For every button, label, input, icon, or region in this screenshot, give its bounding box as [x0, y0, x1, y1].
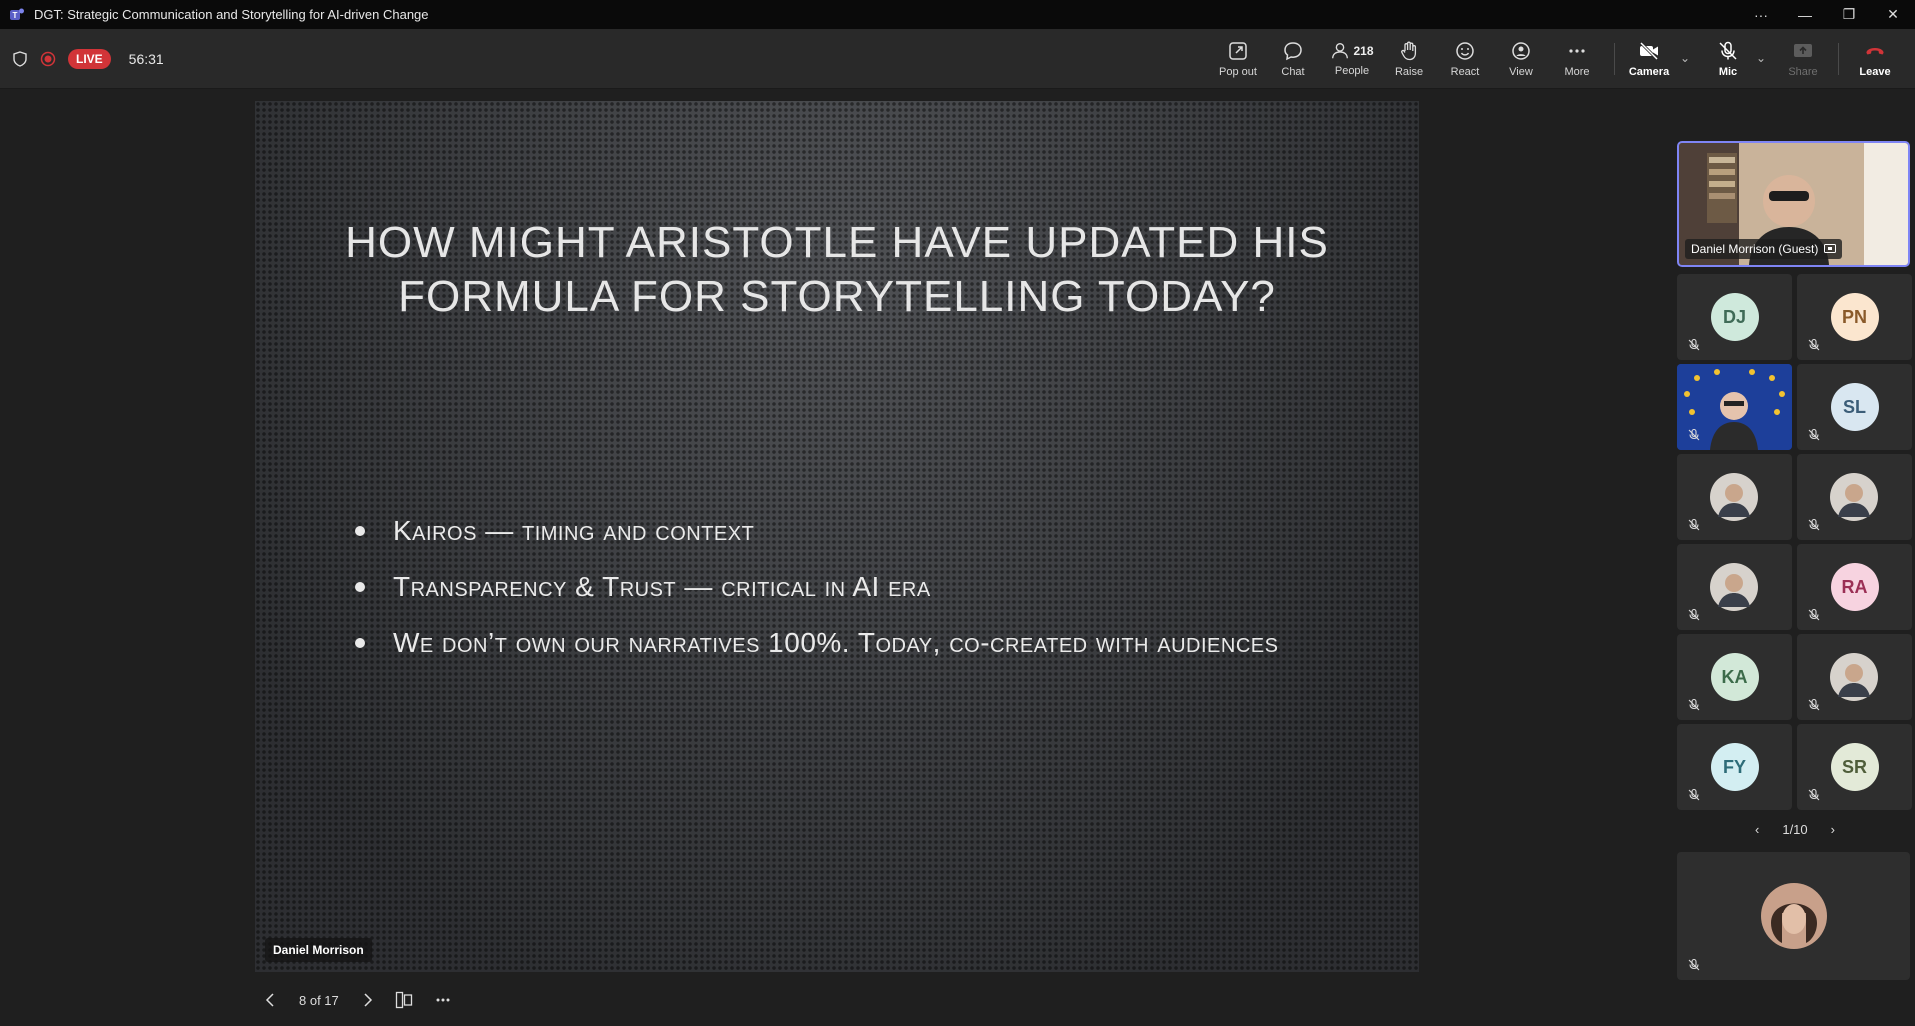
- mic-off-icon: [1688, 608, 1700, 621]
- react-button[interactable]: React: [1450, 29, 1480, 89]
- presentation-slide: HOW MIGHT ARISTOTLE HAVE UPDATED HIS FOR…: [255, 101, 1419, 972]
- mic-off-icon: [1808, 698, 1820, 711]
- slide-bullet: Kairos — timing and context: [355, 511, 1315, 551]
- previous-slide-icon[interactable]: [265, 993, 277, 1007]
- recording-icon: [40, 51, 56, 67]
- participant-initials-avatar: PN: [1830, 293, 1879, 341]
- participant-tile[interactable]: [1677, 364, 1792, 450]
- participant-tile[interactable]: SL: [1797, 364, 1912, 450]
- participant-photo-avatar: [1710, 473, 1758, 521]
- slide-title: HOW MIGHT ARISTOTLE HAVE UPDATED HIS FOR…: [345, 218, 1329, 321]
- svg-text:T: T: [13, 11, 18, 20]
- mic-options-chevron-icon[interactable]: ⌄: [1756, 51, 1766, 65]
- slide-bullet: We don’t own our narratives 100%. Today,…: [355, 623, 1315, 663]
- participant-tile[interactable]: KA: [1677, 634, 1792, 720]
- participant-tile[interactable]: [1677, 454, 1792, 540]
- slide-counter: 8 of 17: [299, 992, 339, 1008]
- people-count: 218: [1353, 44, 1374, 58]
- presenter-name-tag: Daniel Morrison: [265, 938, 372, 962]
- slide-navigation: 8 of 17: [265, 980, 451, 1020]
- title-bar: T DGT: Strategic Communication and Story…: [0, 0, 1915, 29]
- mic-off-icon: [1688, 958, 1700, 971]
- hand-icon: [1401, 41, 1417, 61]
- participant-tile[interactable]: FY: [1677, 724, 1792, 810]
- pop-out-button[interactable]: Pop out: [1218, 29, 1258, 89]
- window-title: DGT: Strategic Communication and Storyte…: [34, 7, 429, 22]
- featured-participant-video[interactable]: Daniel Morrison (Guest): [1677, 141, 1910, 267]
- people-icon: [1332, 43, 1349, 59]
- hang-up-icon: [1866, 48, 1884, 55]
- mic-off-icon: [1719, 41, 1737, 60]
- next-slide-icon[interactable]: [361, 993, 373, 1007]
- chat-button[interactable]: Chat: [1278, 29, 1308, 89]
- mic-button[interactable]: Mic: [1713, 29, 1743, 89]
- self-video-tile[interactable]: [1677, 852, 1910, 980]
- camera-button[interactable]: Camera: [1629, 29, 1669, 89]
- screen-share-indicator-icon: [1824, 244, 1837, 253]
- participant-tile[interactable]: [1797, 454, 1912, 540]
- more-button[interactable]: More: [1562, 29, 1592, 89]
- more-icon: [1569, 49, 1585, 53]
- mic-off-icon: [1808, 338, 1820, 351]
- participant-photo-avatar: [1830, 653, 1878, 701]
- participant-tile[interactable]: [1677, 544, 1792, 630]
- next-page-icon[interactable]: ›: [1831, 822, 1835, 837]
- more-options-icon[interactable]: ···: [1739, 0, 1783, 29]
- mic-off-icon: [1808, 518, 1820, 531]
- pop-out-icon: [1229, 42, 1247, 60]
- participant-initials-avatar: SL: [1830, 383, 1879, 431]
- mic-off-icon: [1688, 428, 1700, 441]
- participant-name-tag: Daniel Morrison (Guest): [1685, 239, 1843, 259]
- participant-initials-avatar: KA: [1710, 653, 1759, 701]
- live-badge: LIVE: [68, 49, 111, 69]
- chat-icon: [1284, 42, 1302, 61]
- toolbar-divider: [1838, 43, 1839, 75]
- self-avatar: [1761, 883, 1827, 949]
- mic-off-icon: [1808, 608, 1820, 621]
- slide-sorter-icon[interactable]: [395, 991, 413, 1009]
- view-button[interactable]: View: [1506, 29, 1536, 89]
- camera-options-chevron-icon[interactable]: ⌄: [1680, 51, 1690, 65]
- participant-initials-avatar: DJ: [1710, 293, 1759, 341]
- meeting-timer: 56:31: [128, 51, 164, 67]
- mic-off-icon: [1808, 788, 1820, 801]
- leave-button[interactable]: Leave: [1859, 29, 1891, 89]
- restore-icon[interactable]: ❐: [1827, 0, 1871, 29]
- teams-logo-icon: T: [10, 8, 24, 20]
- camera-off-icon: [1639, 41, 1659, 61]
- participant-initials-avatar: SR: [1830, 743, 1879, 791]
- participant-photo-avatar: [1830, 473, 1878, 521]
- participant-tile[interactable]: SR: [1797, 724, 1912, 810]
- view-icon: [1512, 42, 1530, 60]
- slide-bullet: Transparency & Trust — critical in AI er…: [355, 567, 1315, 607]
- participant-tile[interactable]: PN: [1797, 274, 1912, 360]
- previous-page-icon[interactable]: ‹: [1755, 822, 1759, 837]
- people-button[interactable]: 218 People: [1330, 29, 1374, 89]
- share-button[interactable]: Share: [1788, 29, 1818, 89]
- participant-initials-avatar: FY: [1710, 743, 1759, 791]
- participant-pager: ‹ 1/10 ›: [1755, 818, 1835, 840]
- shared-content-stage: HOW MIGHT ARISTOTLE HAVE UPDATED HIS FOR…: [0, 89, 1675, 1026]
- slide-more-options-icon[interactable]: [435, 997, 451, 1003]
- smiley-icon: [1456, 42, 1474, 60]
- minimize-icon[interactable]: —: [1783, 0, 1827, 29]
- mic-off-icon: [1808, 428, 1820, 441]
- raise-hand-button[interactable]: Raise: [1394, 29, 1424, 89]
- slide-bullets: Kairos — timing and context Transparency…: [355, 511, 1315, 679]
- mic-off-icon: [1688, 788, 1700, 801]
- share-icon: [1794, 44, 1812, 57]
- participant-initials-avatar: RA: [1830, 563, 1879, 611]
- page-indicator: 1/10: [1782, 821, 1808, 837]
- toolbar-divider: [1614, 43, 1615, 75]
- participant-tile[interactable]: RA: [1797, 544, 1912, 630]
- mic-off-icon: [1688, 698, 1700, 711]
- close-icon[interactable]: ✕: [1871, 0, 1915, 29]
- mic-off-icon: [1688, 518, 1700, 531]
- participant-photo-avatar: [1710, 563, 1758, 611]
- participant-tile[interactable]: DJ: [1677, 274, 1792, 360]
- meeting-toolbar: LIVE 56:31 Pop out Chat 218 People Raise…: [0, 29, 1915, 89]
- participant-tile[interactable]: [1797, 634, 1912, 720]
- shield-icon[interactable]: [12, 51, 28, 67]
- mic-off-icon: [1688, 338, 1700, 351]
